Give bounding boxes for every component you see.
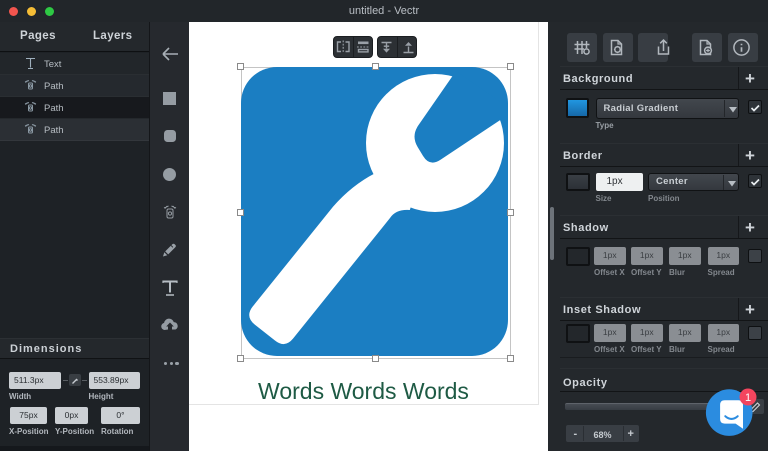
svg-text:1: 1: [745, 392, 751, 404]
